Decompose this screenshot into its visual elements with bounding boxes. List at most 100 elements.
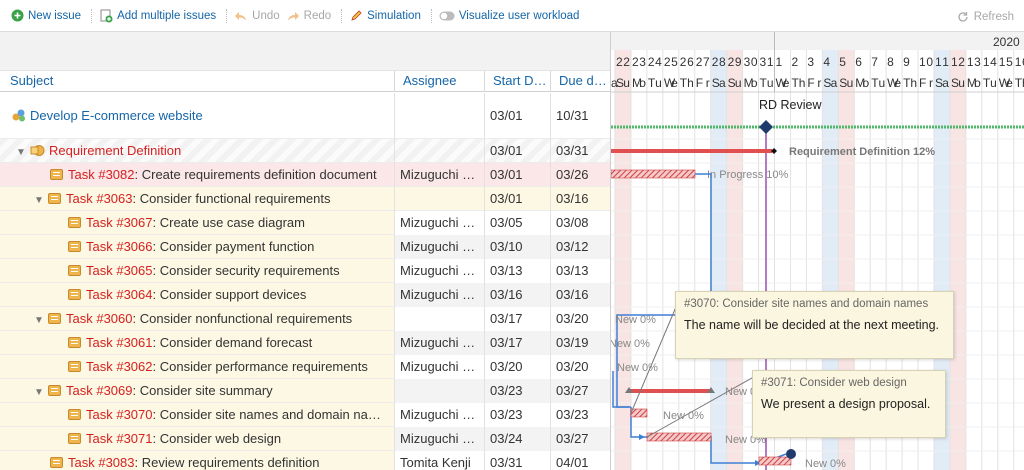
table-row[interactable]: Task #3070: Consider site names and doma… [0,403,610,427]
table-row[interactable]: ▼ Task #3060: Consider nonfunctional requ… [0,307,610,331]
assignee-cell: Mizuguchi … [395,235,485,259]
task-id-link[interactable]: Task #3070 [86,407,153,422]
column-header-start-date[interactable]: Start D… [485,71,551,92]
table-row[interactable]: Task #3066: Consider payment function Mi… [0,235,610,259]
task-title: : Consider nonfunctional requirements [132,311,353,326]
task-id-link[interactable]: Task #3083 [68,455,135,470]
table-row[interactable]: Task #3067: Create use case diagram Mizu… [0,211,610,235]
table-row[interactable]: ▼ Task #3069: Consider site summary 03/23… [0,379,610,403]
saturday-band [710,50,727,470]
day-number-label: 5 [839,55,846,69]
weekday-label: Th [680,76,694,90]
day-number-label: 6 [855,55,862,69]
collapse-triangle-icon[interactable]: ▼ [34,309,48,331]
collapse-triangle-icon[interactable]: ▼ [16,141,30,163]
milestone-diamond[interactable] [759,120,773,134]
task-bar[interactable] [611,169,696,179]
version-name-link[interactable]: Requirement Definition [49,143,181,158]
task-id-link[interactable]: Task #3082 [68,167,135,182]
redo-button[interactable]: Redo [286,9,331,23]
collapse-triangle-icon[interactable]: ▼ [34,189,48,211]
table-row[interactable]: ▼ Task #3063: Consider functional require… [0,187,610,211]
table-row[interactable]: Task #3061: Consider demand forecast Miz… [0,331,610,355]
task-title: : Consider performance requirements [152,359,368,374]
task-title: : Consider web design [152,431,282,446]
table-row[interactable]: Task #3064: Consider support devices Miz… [0,283,610,307]
start-date-cell: 03/20 [485,355,551,379]
task-icon [48,385,61,396]
version-bar[interactable] [611,149,772,153]
toolbar-divider [91,8,93,23]
table-row[interactable]: Task #3065: Consider security requiremen… [0,259,610,283]
task-bar[interactable] [630,408,648,418]
column-header-due-date[interactable]: Due d… [551,71,610,92]
version-row[interactable]: ▼ Requirement Definition 03/01 03/31 [0,139,610,163]
add-multiple-issues-button[interactable]: Add multiple issues [99,9,216,23]
day-number-label: 29 [728,55,742,69]
table-row[interactable]: Task #3062: Consider performance require… [0,355,610,379]
new-issue-label: New issue [28,9,82,22]
weekday-label: Fr [696,76,710,90]
refresh-button[interactable]: Refresh [956,10,1014,24]
table-row[interactable]: Task #3071: Consider web design Mizuguch… [0,427,610,451]
weekday-label: Tu [983,76,997,90]
issue-tooltip: #3070: Consider site names and domain na… [675,291,954,359]
task-icon [68,337,81,348]
visualize-workload-toggle[interactable]: Visualize user workload [439,9,579,23]
tooltip-title: #3070: Consider site names and domain na… [684,298,929,310]
start-date-cell: 03/24 [485,427,551,451]
task-id-link[interactable]: Task #3071 [86,431,153,446]
task-id-link[interactable]: Task #3066 [86,239,153,254]
assignee-cell: Mizuguchi … [395,403,485,427]
task-id-link[interactable]: Task #3060 [66,311,133,326]
task-id-link[interactable]: Task #3065 [86,263,153,278]
subject-cell: Task #3083: Review requirements definiti… [0,451,395,470]
weekday-label: Fr [919,76,933,90]
add-multiple-issues-label: Add multiple issues [117,9,217,22]
version-due-cell: 03/31 [556,143,589,158]
weekday-label: Sa [712,76,726,90]
sunday-band [949,50,966,470]
weekday-label: Sa [935,76,949,90]
weekday-label: Th [903,76,917,90]
day-number-label: 30 [744,55,758,69]
day-number-label: 31 [760,55,774,69]
task-icon [48,313,61,324]
assignee-cell: Tomita Kenji [395,451,485,470]
day-number-label: 12 [951,55,965,69]
project-row[interactable]: Develop E-commerce website 03/01 10/31 [0,93,610,139]
start-date-cell: 03/31 [485,451,551,470]
day-number-label: 4 [823,55,830,69]
collapse-triangle-icon[interactable]: ▼ [34,381,48,403]
task-title: : Consider site summary [132,383,273,398]
subject-cell: Task #3067: Create use case diagram [0,211,395,235]
project-subject-cell: Develop E-commerce website [0,93,395,139]
column-header-subject[interactable]: Subject [0,71,395,92]
task-bar[interactable] [758,456,792,466]
project-name-link[interactable]: Develop E-commerce website [30,108,203,123]
new-issue-button[interactable]: New issue [10,9,81,23]
day-number-label: 24 [648,55,662,69]
task-id-link[interactable]: Task #3064 [86,287,153,302]
task-bar[interactable] [646,432,712,442]
due-date-cell: 03/16 [551,283,610,307]
simulation-button[interactable]: Simulation [349,9,421,23]
tooltip-title: #3071: Consider web design [761,377,907,389]
due-date-cell: 03/19 [551,331,610,355]
subject-cell: Task #3070: Consider site names and doma… [0,403,395,427]
weekday-label: Tu [760,76,774,90]
task-id-link[interactable]: Task #3069 [66,383,133,398]
toolbar-divider [226,8,228,23]
task-id-link[interactable]: Task #3061 [86,335,153,350]
start-date-cell: 03/10 [485,235,551,259]
subject-cell: Task #3062: Consider performance require… [0,355,395,379]
subject-cell: Task #3065: Consider security requiremen… [0,259,395,283]
task-id-link[interactable]: Task #3063 [66,191,133,206]
column-header-assignee[interactable]: Assignee [395,71,485,92]
table-row[interactable]: Task #3083: Review requirements definiti… [0,451,610,470]
weekday-label: Th [791,76,805,90]
task-id-link[interactable]: Task #3067 [86,215,153,230]
undo-button[interactable]: Undo [234,9,280,23]
table-row[interactable]: Task #3082: Create requirements definiti… [0,163,610,187]
task-id-link[interactable]: Task #3062 [86,359,153,374]
